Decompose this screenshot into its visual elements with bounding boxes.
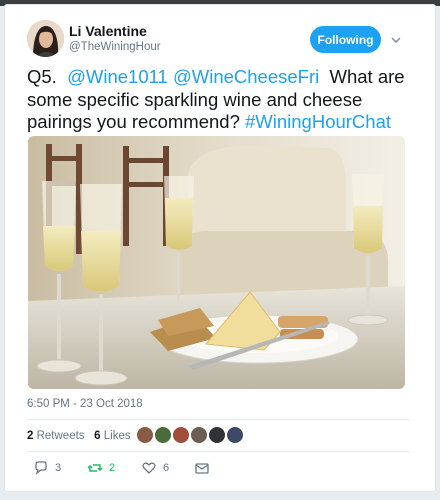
retweet-icon (87, 464, 103, 472)
chevron-down-icon[interactable] (389, 33, 403, 47)
likes-label: Likes (103, 430, 131, 442)
retweets-label: Retweets (36, 430, 85, 442)
tweet-prefix: Q5. (27, 66, 57, 87)
liker-avatar[interactable] (190, 426, 208, 444)
divider (27, 451, 409, 452)
like-count: 6 (163, 462, 170, 474)
heart-icon (142, 462, 156, 474)
retweets-count: 2 (27, 430, 34, 442)
avatar[interactable] (27, 20, 64, 57)
liker-avatar[interactable] (172, 426, 190, 444)
tweet-text: Q5. @Wine1011 @WineCheeseFri What are so… (27, 66, 409, 134)
author-handle[interactable]: @TheWiningHour (69, 41, 161, 53)
tweet-stats: 2 Retweets 6 Likes (27, 430, 131, 442)
mention-winecheesefri[interactable]: @WineCheeseFri (173, 66, 319, 87)
following-button[interactable]: Following (310, 26, 381, 53)
hashtag-winninghourchat[interactable]: #WiningHourChat (245, 111, 391, 132)
liker-avatar[interactable] (154, 426, 172, 444)
liker-avatar[interactable] (136, 426, 154, 444)
likes-count: 6 (94, 430, 101, 442)
likes-stat[interactable]: 6 Likes (94, 430, 130, 442)
retweet-count: 2 (109, 462, 116, 474)
reply-icon (35, 461, 47, 475)
liker-avatar[interactable] (226, 426, 244, 444)
message-icon (195, 463, 209, 474)
retweets-stat[interactable]: 2 Retweets (27, 430, 85, 442)
liker-avatar[interactable] (208, 426, 226, 444)
tweet-actions: 3 2 6 (27, 460, 409, 476)
tweet-photo[interactable] (28, 136, 405, 389)
reply-count: 3 (55, 462, 62, 474)
divider (27, 419, 409, 420)
mention-wine1011[interactable]: @Wine1011 (67, 66, 168, 87)
tweet-timestamp[interactable]: 6:50 PM - 23 Oct 2018 (27, 398, 143, 410)
author-name[interactable]: Li Valentine (69, 23, 147, 39)
